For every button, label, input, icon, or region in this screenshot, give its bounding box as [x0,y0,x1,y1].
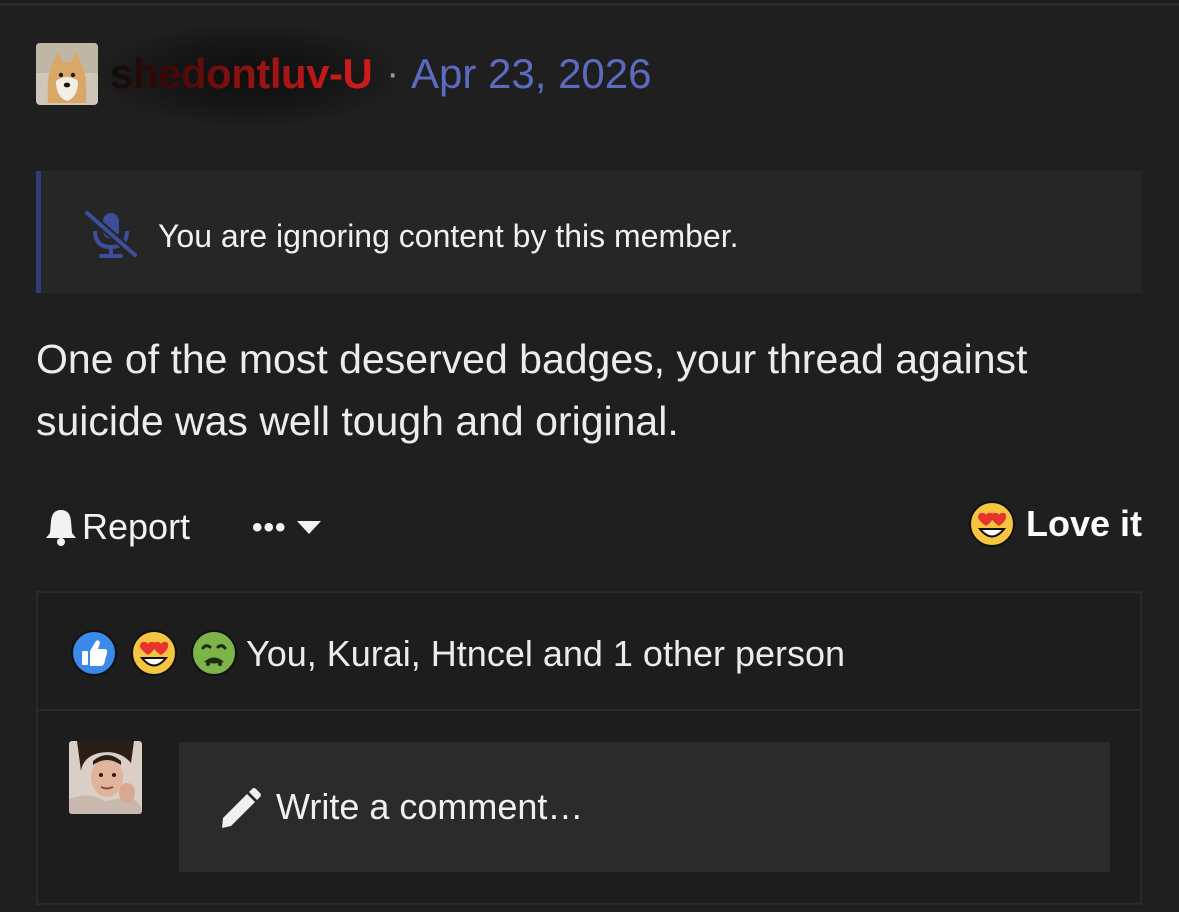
post-header: shedontluv-U · Apr 23, 2026 [36,20,652,130]
report-button[interactable]: Report [44,506,190,548]
post-body: One of the most deserved badges, your th… [36,336,1028,444]
write-comment-placeholder: Write a comment… [276,786,584,827]
bell-icon [46,510,76,546]
reactions-summary-text[interactable]: You, Kurai, Htncel and 1 other person [246,633,845,675]
reactions-comments-box: You, Kurai, Htncel and 1 other person Wr… [36,591,1142,905]
write-comment-input[interactable]: Write a comment… [179,742,1110,872]
more-options-button[interactable]: ••• [252,506,321,550]
reaction-icons [70,629,250,677]
ignore-notice: You are ignoring content by this member. [36,171,1142,293]
nauseated-icon [190,629,238,677]
post-actions: Report ••• Love it [44,500,1142,556]
heart-eyes-icon [968,501,1015,547]
ignore-notice-text: You are ignoring content by this member. [158,218,739,254]
author-avatar[interactable] [36,43,98,105]
heart-eyes-icon [130,629,178,677]
pencil-icon [222,788,261,828]
meta-separator: · [386,52,399,95]
love-it-reaction-button[interactable]: Love it [968,500,1142,548]
report-label: Report [82,506,191,547]
muted-microphone-icon [81,209,141,259]
author-username[interactable]: shedontluv-U [110,50,373,98]
current-user-avatar[interactable] [69,741,142,814]
love-it-label: Love it [1025,503,1142,544]
like-icon [70,629,118,677]
more-options-label: ••• [252,511,287,544]
chevron-down-icon [296,521,321,534]
reactions-summary-row[interactable]: You, Kurai, Htncel and 1 other person [38,593,1140,711]
post-date[interactable]: Apr 23, 2026 [411,50,652,98]
top-divider [0,3,1179,6]
